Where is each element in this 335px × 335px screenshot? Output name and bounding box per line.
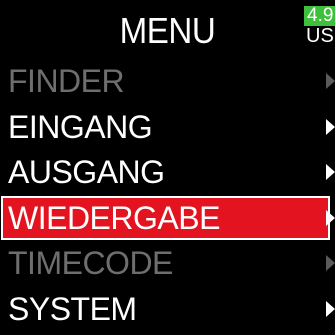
menu-item-label: SYSTEM (8, 290, 137, 327)
power-source-label: USB (306, 25, 335, 47)
chevron-right-icon (326, 164, 335, 181)
menu-item-eingang[interactable]: EINGANG (0, 107, 335, 147)
menu-item-label: WIEDERGABE (8, 199, 220, 236)
chevron-right-icon (326, 73, 335, 89)
menu-item-wiedergabe[interactable]: WIEDERGABE (1, 195, 335, 240)
page-title: MENU (119, 10, 216, 51)
menu-item-label: AUSGANG (8, 154, 165, 191)
chevron-right-icon (326, 118, 335, 135)
menu-item-label: TIMECODE (8, 245, 173, 282)
menu-item-finder[interactable]: FINDER (0, 61, 335, 101)
menu-item-timecode[interactable]: TIMECODE (0, 243, 335, 283)
battery-level: 4.9 (304, 6, 335, 26)
menu-item-system[interactable]: SYSTEM (0, 289, 335, 329)
menu-item-ausgang[interactable]: AUSGANG (0, 152, 335, 192)
menu-screen: MENU 4.9 USB FINDER EINGANG AUSGANG WIED… (0, 0, 335, 335)
chevron-right-icon (326, 300, 335, 317)
menu-list: FINDER EINGANG AUSGANG WIEDERGABE TIMECO… (0, 61, 335, 335)
battery-indicator: 4.9 USB (304, 6, 335, 50)
menu-item-label: FINDER (8, 63, 125, 99)
chevron-right-icon (326, 209, 335, 226)
menu-item-label: EINGANG (8, 108, 153, 145)
chevron-right-icon (326, 255, 335, 272)
